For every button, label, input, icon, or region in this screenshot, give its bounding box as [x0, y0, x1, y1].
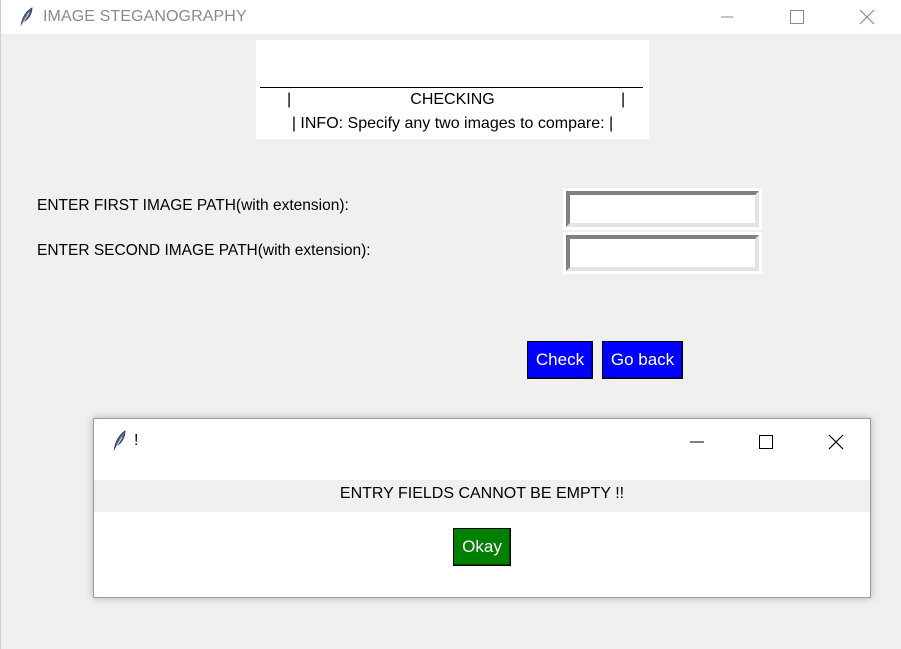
- second-image-path-label: ENTER SECOND IMAGE PATH(with extension):: [37, 242, 371, 259]
- dialog-maximize-button[interactable]: [743, 419, 789, 465]
- feather-icon: [111, 430, 127, 452]
- close-button[interactable]: [844, 0, 890, 34]
- first-image-path-input[interactable]: [566, 191, 759, 227]
- header-pipe-right: |: [621, 91, 626, 108]
- header-title-row: | CHECKING |: [256, 91, 649, 111]
- okay-button[interactable]: Okay: [453, 528, 511, 566]
- maximize-icon: [790, 10, 804, 24]
- minimize-icon: [721, 16, 733, 18]
- main-titlebar[interactable]: IMAGE STEGANOGRAPHY: [1, 0, 901, 34]
- header-title: CHECKING: [410, 91, 495, 108]
- feather-icon: [18, 7, 34, 27]
- minimize-button[interactable]: [704, 0, 750, 34]
- window-title: IMAGE STEGANOGRAPHY: [43, 8, 247, 25]
- second-image-path-frame: [563, 232, 762, 274]
- maximize-button[interactable]: [774, 0, 820, 34]
- dialog-message: ENTRY FIELDS CANNOT BE EMPTY !!: [339, 485, 625, 502]
- dialog-close-button[interactable]: [813, 419, 859, 465]
- maximize-icon: [759, 435, 773, 449]
- dialog-title: !: [134, 432, 139, 449]
- first-image-path-frame: [563, 188, 762, 230]
- close-icon: [828, 434, 844, 450]
- header-divider: [260, 87, 643, 88]
- check-button[interactable]: Check: [527, 341, 593, 379]
- dialog-minimize-button[interactable]: [674, 419, 720, 465]
- first-image-path-label: ENTER FIRST IMAGE PATH(with extension):: [37, 197, 349, 214]
- second-image-path-input[interactable]: [566, 235, 759, 271]
- header-info: | INFO: Specify any two images to compar…: [291, 115, 614, 132]
- minimize-icon: [690, 441, 704, 443]
- dialog-titlebar[interactable]: !: [94, 419, 870, 465]
- close-icon: [859, 9, 875, 25]
- error-dialog: ! ENTRY FIELDS CANNOT BE EMPTY !! Okay: [93, 418, 871, 598]
- go-back-button[interactable]: Go back: [602, 341, 683, 379]
- header-banner: | CHECKING | | INFO: Specify any two ima…: [256, 40, 649, 139]
